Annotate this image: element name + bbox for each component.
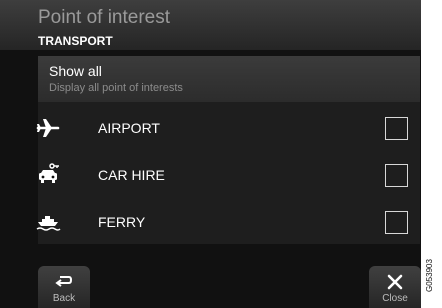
back-button[interactable]: Back [38, 266, 90, 308]
poi-screen: Point of interest TRANSPORT Show all Dis… [0, 0, 421, 308]
airport-checkbox[interactable] [385, 117, 408, 140]
list-item-label: FERRY [98, 214, 146, 230]
list-item-airport[interactable]: AIRPORT [35, 105, 420, 151]
car-hire-icon [35, 162, 61, 188]
list-item-label: CAR HIRE [98, 167, 165, 183]
page-title: Point of interest [38, 7, 171, 28]
ferry-checkbox[interactable] [385, 211, 408, 234]
back-arrow-icon [54, 272, 74, 292]
header-bar: Point of interest TRANSPORT [0, 0, 421, 50]
close-icon [385, 272, 405, 292]
category-subtitle: TRANSPORT [38, 34, 113, 48]
close-label: Close [382, 293, 408, 304]
airplane-icon [35, 115, 61, 141]
close-button[interactable]: Close [369, 266, 421, 308]
show-all-label: Show all [49, 63, 102, 79]
show-all-description: Display all point of interests [49, 82, 183, 94]
car-hire-checkbox[interactable] [385, 164, 408, 187]
image-code: G053903 [425, 259, 434, 292]
list-item-ferry[interactable]: FERRY [35, 199, 420, 245]
ferry-icon [35, 209, 61, 235]
back-label: Back [52, 293, 76, 304]
list-item-car-hire[interactable]: CAR HIRE [38, 152, 420, 198]
show-all-item[interactable]: Show all Display all point of interests [38, 56, 420, 102]
list-item-label: AIRPORT [98, 120, 160, 136]
